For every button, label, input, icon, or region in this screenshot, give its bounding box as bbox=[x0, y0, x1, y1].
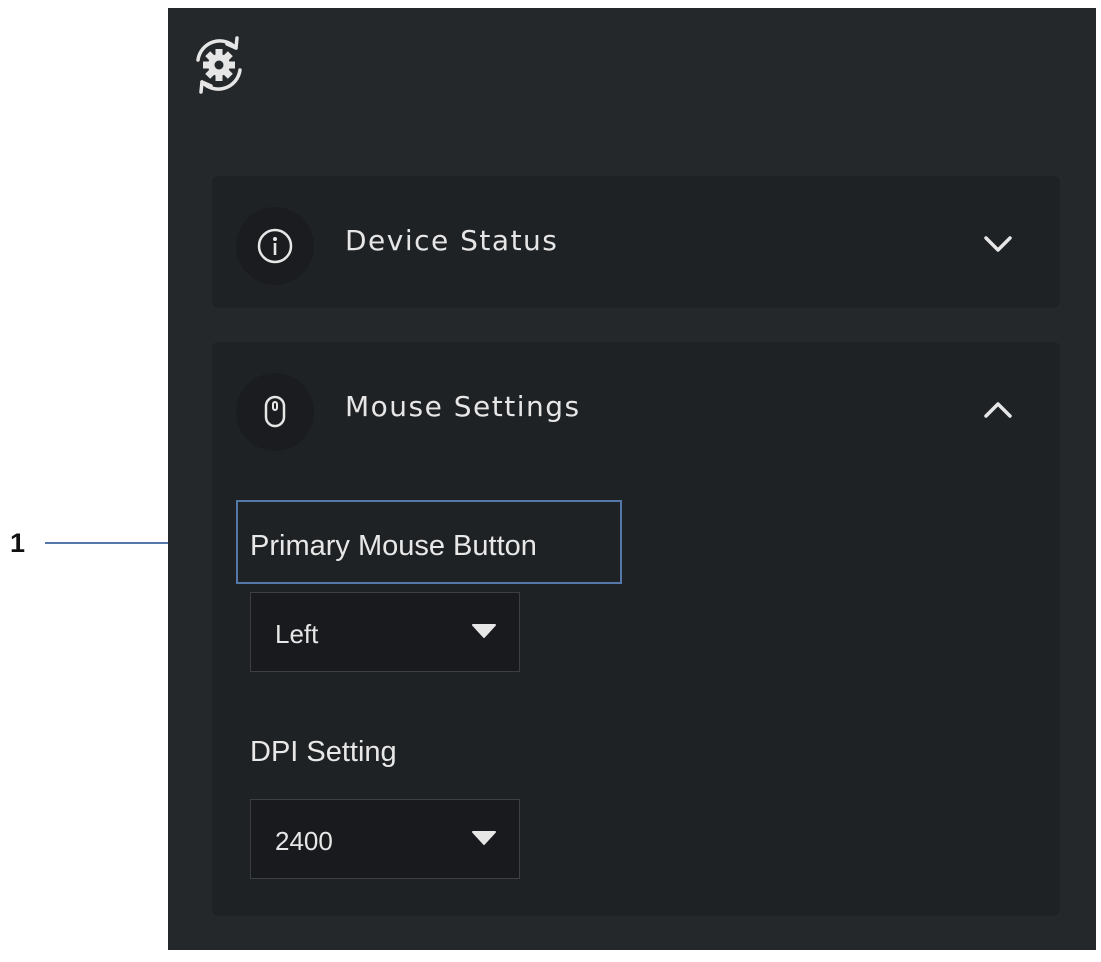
dpi-setting-select[interactable]: 2400 bbox=[250, 799, 520, 879]
info-icon bbox=[236, 207, 314, 285]
device-status-header[interactable]: Device Status bbox=[212, 176, 1060, 308]
device-status-section: Device Status bbox=[212, 176, 1060, 308]
mouse-settings-header[interactable]: Mouse Settings bbox=[212, 342, 1060, 474]
dropdown-caret-icon bbox=[471, 623, 497, 639]
dpi-setting-value: 2400 bbox=[275, 826, 333, 856]
dpi-setting-label: DPI Setting bbox=[250, 736, 397, 768]
chevron-down-icon[interactable] bbox=[978, 224, 1018, 264]
primary-mouse-button-label: Primary Mouse Button bbox=[250, 530, 537, 562]
gear-sync-icon[interactable] bbox=[184, 30, 254, 100]
mouse-icon bbox=[236, 373, 314, 451]
settings-panel: Device Status Mouse Settings Primary Mou… bbox=[168, 8, 1096, 950]
mouse-settings-title: Mouse Settings bbox=[345, 390, 581, 423]
chevron-up-icon[interactable] bbox=[978, 390, 1018, 430]
device-status-title: Device Status bbox=[345, 224, 559, 257]
primary-mouse-button-select[interactable]: Left bbox=[250, 592, 520, 672]
primary-mouse-button-value: Left bbox=[275, 619, 319, 649]
mouse-settings-section: Mouse Settings Primary Mouse Button Left… bbox=[212, 342, 1060, 916]
callout-number: 1 bbox=[10, 528, 26, 558]
dropdown-caret-icon bbox=[471, 830, 497, 846]
